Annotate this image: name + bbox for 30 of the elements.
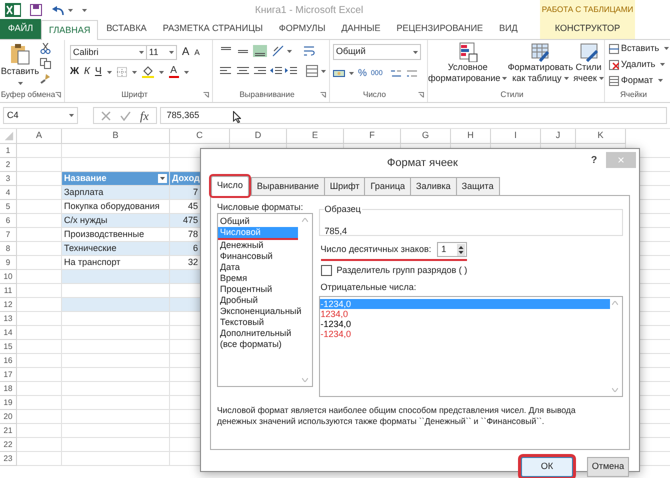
negative-numbers-label: Отрицательные числа: <box>320 280 418 294</box>
table-cell-text: 78 <box>188 228 198 241</box>
separator-label: Разделитель групп разрядов ( ) <box>336 264 468 277</box>
sample-value: 785,4 <box>324 226 348 236</box>
table-cell-text: Технические <box>64 242 116 255</box>
table-header-cell-text: Название <box>64 172 106 185</box>
group-label: Буфер обмена <box>0 89 56 101</box>
table-cell-text: Зарплата <box>64 186 104 199</box>
table-cell-text: 45 <box>188 200 198 213</box>
group-label: Шрифт <box>121 89 148 101</box>
group-label: Ячейки <box>620 89 647 101</box>
sample-label: Образец <box>324 203 362 216</box>
table-cell-text: На транспорт <box>64 256 120 269</box>
table-cell-text: 32 <box>188 256 198 269</box>
group-label: Стили <box>500 89 524 101</box>
group-label: Число <box>362 89 386 101</box>
decimal-places-label: Число десятичных знаков: <box>320 242 432 256</box>
table-header-cell-text: Доход <box>172 172 200 185</box>
table-cell-text: Покупка оборудования <box>64 200 160 213</box>
table-cell-text: 6 <box>192 242 198 255</box>
dialog-title: Формат ячеек <box>387 156 458 171</box>
table-cell-text: 475 <box>182 214 198 227</box>
formats-label: Числовые форматы: <box>217 201 304 213</box>
group-label: Выравнивание <box>239 89 295 101</box>
window-title: Книга1 - Microsoft Excel <box>255 4 364 18</box>
table-cell-text: 7 <box>192 186 198 199</box>
table-cell-text: Производственные <box>64 228 144 241</box>
table-cell-text: С/х нужды <box>64 214 108 227</box>
context-tab-label: РАБОТА С ТАБЛИЦАМИ <box>542 4 634 16</box>
format-description: Числовой формат является наиболее общим способом представления чисел. Для вывода денежных значений используются также форматы ``Денежный`` и ``Финансовый``. <box>217 405 577 427</box>
